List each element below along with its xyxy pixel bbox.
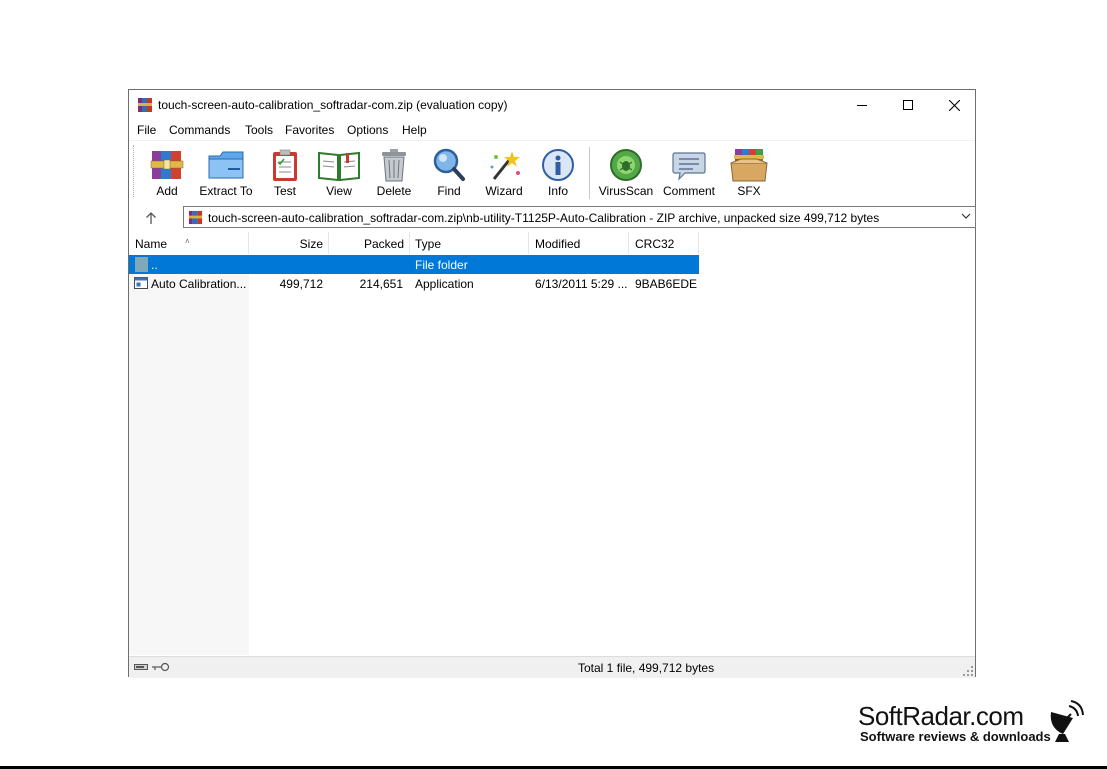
view-label: View [326,184,352,198]
chevron-down-icon[interactable] [961,213,971,220]
row-name: Auto Calibration... [151,277,247,291]
add-label: Add [156,184,178,198]
info-icon [542,149,574,181]
extract-to-label: Extract To [199,184,253,198]
softradar-watermark: SoftRadar.com Software reviews & downloa… [858,702,1051,744]
column-type-label: Type [415,237,442,251]
title-bar[interactable]: touch-screen-auto-calibration_softradar-… [129,90,975,120]
virusscan-label: VirusScan [598,184,654,198]
comment-icon [672,152,706,181]
comment-button[interactable]: Comment [658,143,720,201]
delete-label: Delete [376,184,412,198]
winrar-app-icon [138,98,152,112]
column-header-crc32[interactable]: CRC32 [629,232,699,254]
test-button[interactable]: Test [254,143,316,201]
test-label: Test [273,184,296,198]
minimize-icon [857,105,867,106]
satellite-dish-icon [1050,700,1084,742]
toolbar: Add Extract To Test View Delete Find Wiz… [129,140,975,205]
virus-scan-icon [610,149,642,181]
column-header-size[interactable]: Size [249,232,329,254]
row-modified: 6/13/2011 5:29 ... [535,277,628,291]
menu-help[interactable]: Help [402,123,427,137]
add-button[interactable]: Add [136,143,198,201]
winrar-window: touch-screen-auto-calibration_softradar-… [128,89,976,678]
add-archive-icon [150,151,184,179]
column-size-label: Size [299,237,323,251]
up-one-level-button[interactable] [141,208,161,228]
sfx-label: SFX [737,184,761,198]
column-header-packed[interactable]: Packed [329,232,410,254]
column-packed-label: Packed [363,237,404,251]
magnifier-icon [433,148,465,181]
wand-icon [490,151,520,180]
menu-bar: File Commands Tools Favorites Options He… [129,121,975,139]
column-crc-label: CRC32 [635,237,675,251]
address-bar[interactable]: touch-screen-auto-calibration_softradar-… [183,206,976,228]
address-path: touch-screen-auto-calibration_softradar-… [208,211,880,225]
menu-commands[interactable]: Commands [169,123,230,137]
menu-tools[interactable]: Tools [245,123,273,137]
sfx-box-icon [730,149,768,182]
folder-up-icon [135,257,148,272]
row-packed: 214,651 [359,277,403,291]
test-clipboard-icon [273,149,297,181]
row-type: File folder [415,258,468,272]
drive-key-icon [134,662,170,672]
column-name-label: Name [135,237,168,251]
close-icon [948,99,960,111]
column-header-modified[interactable]: Modified [529,232,629,254]
table-row[interactable]: Auto Calibration... 499,712 214,651 Appl… [129,274,699,293]
wizard-button[interactable]: Wizard [473,143,535,201]
extract-to-button[interactable]: Extract To [195,143,257,201]
trash-icon [382,149,406,182]
virusscan-button[interactable]: VirusScan [595,143,657,201]
menu-options[interactable]: Options [347,123,388,137]
watermark-brand: SoftRadar.com [858,701,1024,731]
winrar-archive-icon [188,210,203,225]
delete-button[interactable]: Delete [363,143,425,201]
resize-grip-icon[interactable] [963,666,973,676]
find-button[interactable]: Find [418,143,480,201]
window-title: touch-screen-auto-calibration_softradar-… [158,98,508,112]
view-button[interactable]: View [308,143,370,201]
row-type: Application [415,277,474,291]
sfx-button[interactable]: SFX [718,143,780,201]
status-bar: Total 1 file, 499,712 bytes [129,656,975,678]
row-crc: 9BAB6EDE [635,277,698,291]
menu-file[interactable]: File [137,123,156,137]
column-header-name[interactable]: ˄ Name [129,232,249,254]
close-button[interactable] [931,90,977,120]
up-arrow-icon [146,212,156,224]
file-list[interactable]: ˄ Name Size Packed Type Modified CRC32 .… [129,231,975,655]
view-book-icon [318,151,360,182]
info-button[interactable]: Info [527,143,589,201]
row-size: 499,712 [279,277,323,291]
name-column-background [129,255,249,655]
toolbar-separator [589,147,590,199]
info-label: Info [547,184,568,198]
column-header-type[interactable]: Type [410,232,529,254]
wizard-label: Wizard [485,184,523,198]
watermark-tagline: Software reviews & downloads [860,729,1051,744]
find-label: Find [437,184,461,198]
status-text: Total 1 file, 499,712 bytes [578,661,715,675]
address-row: touch-screen-auto-calibration_softradar-… [129,205,976,231]
minimize-button[interactable] [839,90,885,120]
sort-up-icon: ˄ [185,237,190,246]
maximize-button[interactable] [885,90,931,120]
comment-label: Comment [662,184,715,198]
menu-favorites[interactable]: Favorites [285,123,334,137]
application-icon [134,277,148,289]
row-name: .. [151,258,158,272]
table-row[interactable]: .. File folder [129,255,699,274]
column-modified-label: Modified [535,237,581,251]
extract-folder-icon [208,151,244,179]
maximize-icon [903,100,913,110]
